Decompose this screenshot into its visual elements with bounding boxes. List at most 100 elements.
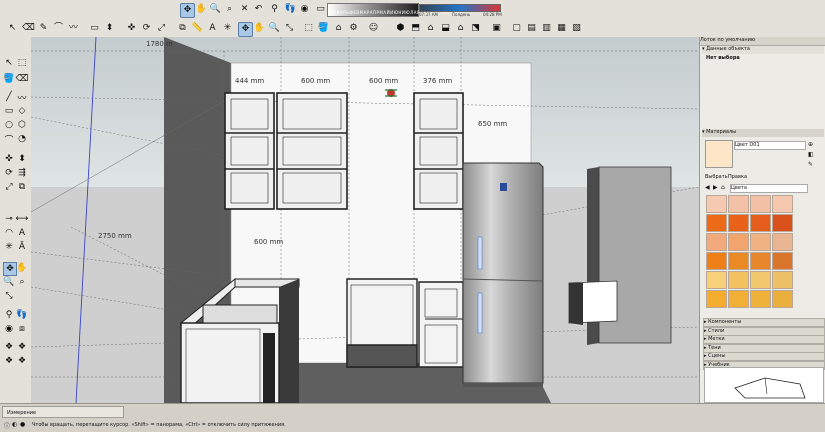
select-tool-icon[interactable]: ↖ — [3, 57, 15, 69]
axes-icon[interactable]: ✳ — [221, 22, 234, 35]
back-icon[interactable]: ◀ — [705, 184, 710, 191]
shadow-toggle-icon[interactable]: ▭ — [314, 3, 327, 16]
pan-icon[interactable]: ✋ — [253, 22, 266, 35]
back-view-icon[interactable]: ⌂ — [454, 22, 467, 35]
right-view-icon[interactable]: ⬓ — [439, 22, 452, 35]
zoom-extents2-icon[interactable]: ⤡ — [283, 22, 296, 35]
paint-tool-icon[interactable]: 🪣 — [3, 73, 15, 85]
tab-edit[interactable]: Правка — [728, 174, 747, 180]
color-swatch[interactable] — [750, 214, 771, 232]
zoom-window-left-icon[interactable]: ⌕ — [16, 276, 28, 288]
eraser-icon[interactable]: ⌫ — [22, 22, 35, 35]
offset-icon[interactable]: ⧉ — [176, 22, 189, 35]
dimension-tool-icon[interactable]: ⟷ — [16, 213, 29, 225]
pencil-icon[interactable]: ✎ — [37, 22, 50, 35]
color-swatch[interactable] — [772, 271, 793, 289]
forward-icon[interactable]: ▶ — [713, 184, 718, 191]
color-swatch[interactable] — [728, 214, 749, 232]
paint-bucket-small-icon[interactable]: ◧ — [808, 151, 814, 158]
eraser-tool-icon[interactable]: ⌫ — [16, 73, 29, 85]
rotated-rect-icon[interactable]: ◇ — [16, 105, 28, 117]
user-icon[interactable]: ● — [20, 421, 25, 428]
axes-tool-icon[interactable]: ✳ — [3, 241, 15, 253]
tab-select[interactable]: Выбрать — [705, 174, 728, 180]
home-icon[interactable]: ⌂ — [721, 184, 725, 191]
pan-tool-left-icon[interactable]: ✋ — [16, 262, 28, 274]
tape-tool-icon[interactable]: ⊸ — [3, 213, 15, 225]
components-icon[interactable]: ⬚ — [302, 22, 315, 35]
arc-tool-icon[interactable]: ⌒ — [3, 133, 15, 146]
measurements-box[interactable]: Измерение — [2, 406, 124, 418]
info-icon[interactable]: ⓘ — [4, 421, 10, 430]
protractor-icon[interactable]: ◠ — [3, 227, 15, 239]
warehouse-left-icon[interactable]: ❖ — [3, 355, 15, 367]
scale-icon[interactable]: ⤢ — [155, 22, 168, 35]
front-view-icon[interactable]: ⌂ — [424, 22, 437, 35]
follow-me-icon[interactable]: ⇶ — [16, 167, 28, 179]
color-swatch[interactable] — [772, 233, 793, 251]
hidden-line-icon[interactable]: ▤ — [525, 22, 538, 35]
zoom-extents-icon[interactable]: ✕ — [238, 3, 251, 16]
pan-tool-icon[interactable]: ✋ — [195, 3, 208, 16]
sample-paint-icon[interactable]: ✎ — [808, 161, 813, 168]
color-swatch[interactable] — [728, 290, 749, 308]
walk-icon[interactable]: 👣 — [284, 3, 297, 16]
top-view-icon[interactable]: ⬒ — [409, 22, 422, 35]
color-swatch[interactable] — [750, 233, 771, 251]
freehand-icon[interactable]: 〰 — [67, 22, 80, 35]
rotate-icon[interactable]: ⟳ — [140, 22, 153, 35]
position-camera-icon[interactable]: ⚲ — [268, 3, 281, 16]
look-around-left-icon[interactable]: ◉ — [3, 323, 15, 335]
pie-tool-icon[interactable]: ◔ — [16, 133, 28, 145]
zoom-window-icon[interactable]: ⌕ — [223, 3, 236, 16]
color-swatch[interactable] — [706, 214, 727, 232]
rectangle-icon[interactable]: ▭ — [88, 22, 101, 35]
zoom-icon[interactable]: 🔍 — [268, 22, 281, 35]
share-model-icon[interactable]: ❖ — [16, 355, 28, 367]
entity-info-header[interactable]: ▾ Данные объекта — [702, 46, 824, 54]
color-swatch[interactable] — [706, 290, 727, 308]
textured-icon[interactable]: ▦ — [555, 22, 568, 35]
color-swatch[interactable] — [728, 271, 749, 289]
select-icon[interactable]: ↖ — [6, 22, 19, 35]
create-material-icon[interactable]: ⊕ — [808, 141, 813, 148]
3d-viewport[interactable]: 444 mm 600 mm 600 mm 376 mm 650 mm 600 m… — [31, 37, 699, 403]
credits-icon[interactable]: ◐ — [12, 421, 17, 428]
orbit-tool-icon[interactable]: ✥ — [180, 3, 195, 18]
walk-left-icon[interactable]: 👣 — [16, 309, 28, 321]
orbit-tool-left-icon[interactable]: ✥ — [3, 262, 17, 276]
section-plane-icon[interactable]: ⧈ — [16, 323, 28, 335]
text-icon[interactable]: A — [206, 22, 219, 35]
color-swatch[interactable] — [772, 195, 793, 213]
previous-view-icon[interactable]: ↶ — [252, 3, 265, 16]
position-camera-left-icon[interactable]: ⚲ — [3, 309, 15, 321]
offset-tool-icon[interactable]: ⧉ — [16, 181, 28, 193]
rectangle-tool-icon[interactable]: ▭ — [3, 105, 15, 117]
sandbox-icon[interactable]: ❖ — [3, 341, 15, 353]
color-swatch[interactable] — [772, 290, 793, 308]
wireframe-icon[interactable]: ▢ — [510, 22, 523, 35]
look-around-icon[interactable]: ◉ — [298, 3, 311, 16]
push-pull-icon[interactable]: ⬍ — [103, 22, 116, 35]
push-pull-tool-icon[interactable]: ⬍ — [16, 153, 28, 165]
move-icon[interactable]: ✜ — [125, 22, 138, 35]
warehouse-icon[interactable]: ⌂ — [332, 22, 345, 35]
monochrome-icon[interactable]: ▧ — [570, 22, 583, 35]
color-swatch[interactable] — [750, 252, 771, 270]
shaded-icon[interactable]: ▥ — [540, 22, 553, 35]
move-tool-icon[interactable]: ✜ — [3, 153, 15, 165]
color-swatch[interactable] — [772, 214, 793, 232]
color-swatch[interactable] — [750, 271, 771, 289]
color-swatch[interactable] — [706, 195, 727, 213]
color-swatch[interactable] — [706, 252, 727, 270]
library-select[interactable]: Цвета — [730, 184, 808, 193]
left-view-icon[interactable]: ⬔ — [469, 22, 482, 35]
iso-view-icon[interactable]: ⬢ — [394, 22, 407, 35]
materials-header[interactable]: ▾ Материалы — [702, 129, 824, 137]
paint-bucket-icon[interactable]: 🪣 — [317, 22, 330, 35]
extension-icon[interactable]: ⚙ — [347, 22, 360, 35]
color-swatch[interactable] — [750, 290, 771, 308]
color-swatch[interactable] — [728, 252, 749, 270]
zoom-extents-left-icon[interactable]: ⤡ — [3, 290, 15, 302]
line-tool-icon[interactable]: ╱ — [3, 91, 15, 103]
